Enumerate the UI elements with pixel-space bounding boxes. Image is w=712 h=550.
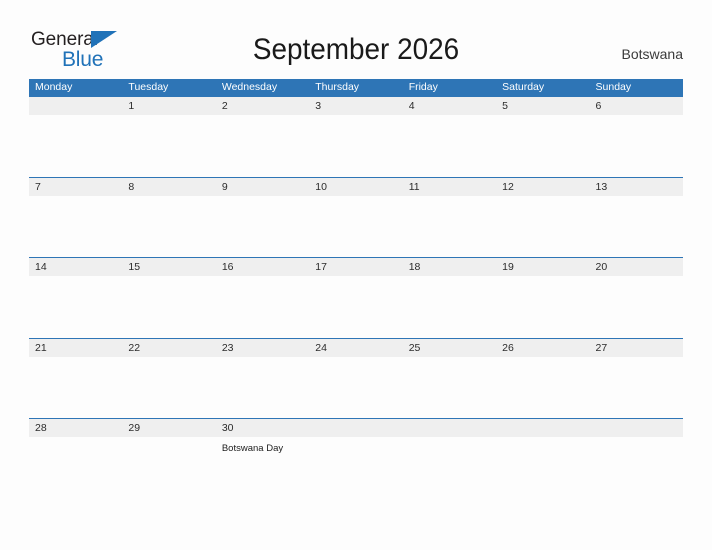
day-cell[interactable]: 5 [496,97,589,177]
day-number: 10 [315,180,327,193]
day-cell[interactable]: 18 [403,258,496,338]
day-number: 16 [221,261,234,273]
day-cell[interactable]: 15 [122,258,215,338]
weekday-header-row: Monday Tuesday Wednesday Thursday Friday… [29,79,683,96]
day-cell[interactable]: 26 [496,339,589,419]
day-cell[interactable] [29,97,122,177]
day-cell[interactable]: 6 [590,97,683,177]
day-cell[interactable]: 22 [122,339,215,419]
weekday-thursday: Thursday [315,81,360,93]
day-cell[interactable]: 21 [29,339,122,419]
day-cell[interactable]: 16 [216,258,309,338]
day-number: 9 [221,180,228,193]
day-number: 5 [502,100,508,112]
weekday-friday: Friday [408,81,438,93]
day-number: 20 [595,261,608,273]
day-cell[interactable]: 25 [403,339,496,419]
day-number: 19 [502,261,514,273]
day-number: 2 [221,100,228,112]
day-cell[interactable]: 8 [122,178,215,258]
day-number: 30 [221,422,234,434]
day-cell[interactable]: 11 [403,178,496,258]
day-number: 11 [408,180,420,193]
page-header: General Blue September 2026 Botswana [0,0,712,71]
week-row: 14 15 16 17 18 19 20 [29,257,683,338]
day-cell[interactable]: 4 [403,97,496,177]
day-number: 23 [221,341,234,354]
day-number: 8 [128,180,135,193]
day-cell[interactable] [309,419,402,499]
day-number: 18 [408,261,421,273]
day-cell[interactable]: 10 [309,178,402,258]
day-cell[interactable]: 27 [590,339,683,419]
day-cell[interactable]: 19 [496,258,589,338]
day-number: 29 [128,422,141,434]
calendar-grid: Monday Tuesday Wednesday Thursday Friday… [29,79,683,499]
day-number: 21 [35,341,47,354]
day-number: 4 [408,100,415,112]
day-number: 28 [35,422,47,434]
day-number: 22 [128,341,141,354]
day-cell[interactable]: 28 [29,419,122,499]
day-cell[interactable]: 9 [216,178,309,258]
day-number: 14 [35,261,47,273]
day-number: 25 [408,341,421,354]
day-cell[interactable]: 24 [309,339,402,419]
week-row: 1 2 3 4 5 6 [29,96,683,177]
day-cell[interactable]: 13 [590,178,683,258]
day-cell[interactable]: 14 [29,258,122,338]
day-number: 1 [128,100,135,112]
day-cell[interactable]: 7 [29,178,122,258]
day-cell[interactable]: 30 Botswana Day [216,419,309,499]
day-cell[interactable]: 12 [496,178,589,258]
day-cell[interactable]: 3 [309,97,402,177]
day-cell[interactable]: 2 [216,97,309,177]
day-number: 24 [315,341,327,354]
day-event: Botswana Day [221,443,284,454]
weekday-monday: Monday [35,81,73,93]
day-number: 12 [502,180,514,193]
day-number: 7 [35,180,41,193]
day-cell[interactable]: 17 [309,258,402,338]
day-cell[interactable]: 23 [216,339,309,419]
day-number: 26 [502,341,514,354]
day-cell[interactable]: 1 [122,97,215,177]
day-cell[interactable] [496,419,589,499]
week-row: 28 29 30 Botswana Day [29,418,683,499]
day-number: 13 [595,180,608,193]
day-number: 6 [595,100,602,112]
week-row: 21 22 23 24 25 26 27 [29,337,683,419]
day-number: 27 [595,341,608,354]
weekday-tuesday: Tuesday [128,81,169,93]
day-cell[interactable] [403,419,496,499]
page-title: September 2026 [252,33,460,66]
country-label: Botswana [621,46,683,62]
weekday-sunday: Sunday [595,81,632,93]
day-number: 15 [128,261,141,273]
weekday-wednesday: Wednesday [221,81,278,93]
day-number: 3 [315,100,322,112]
week-row: 7 8 9 10 11 12 13 [29,176,683,258]
day-cell[interactable]: 29 [122,419,215,499]
day-number: 17 [315,261,327,273]
weekday-saturday: Saturday [502,81,545,93]
day-cell[interactable]: 20 [590,258,683,338]
day-cell[interactable] [590,419,683,499]
